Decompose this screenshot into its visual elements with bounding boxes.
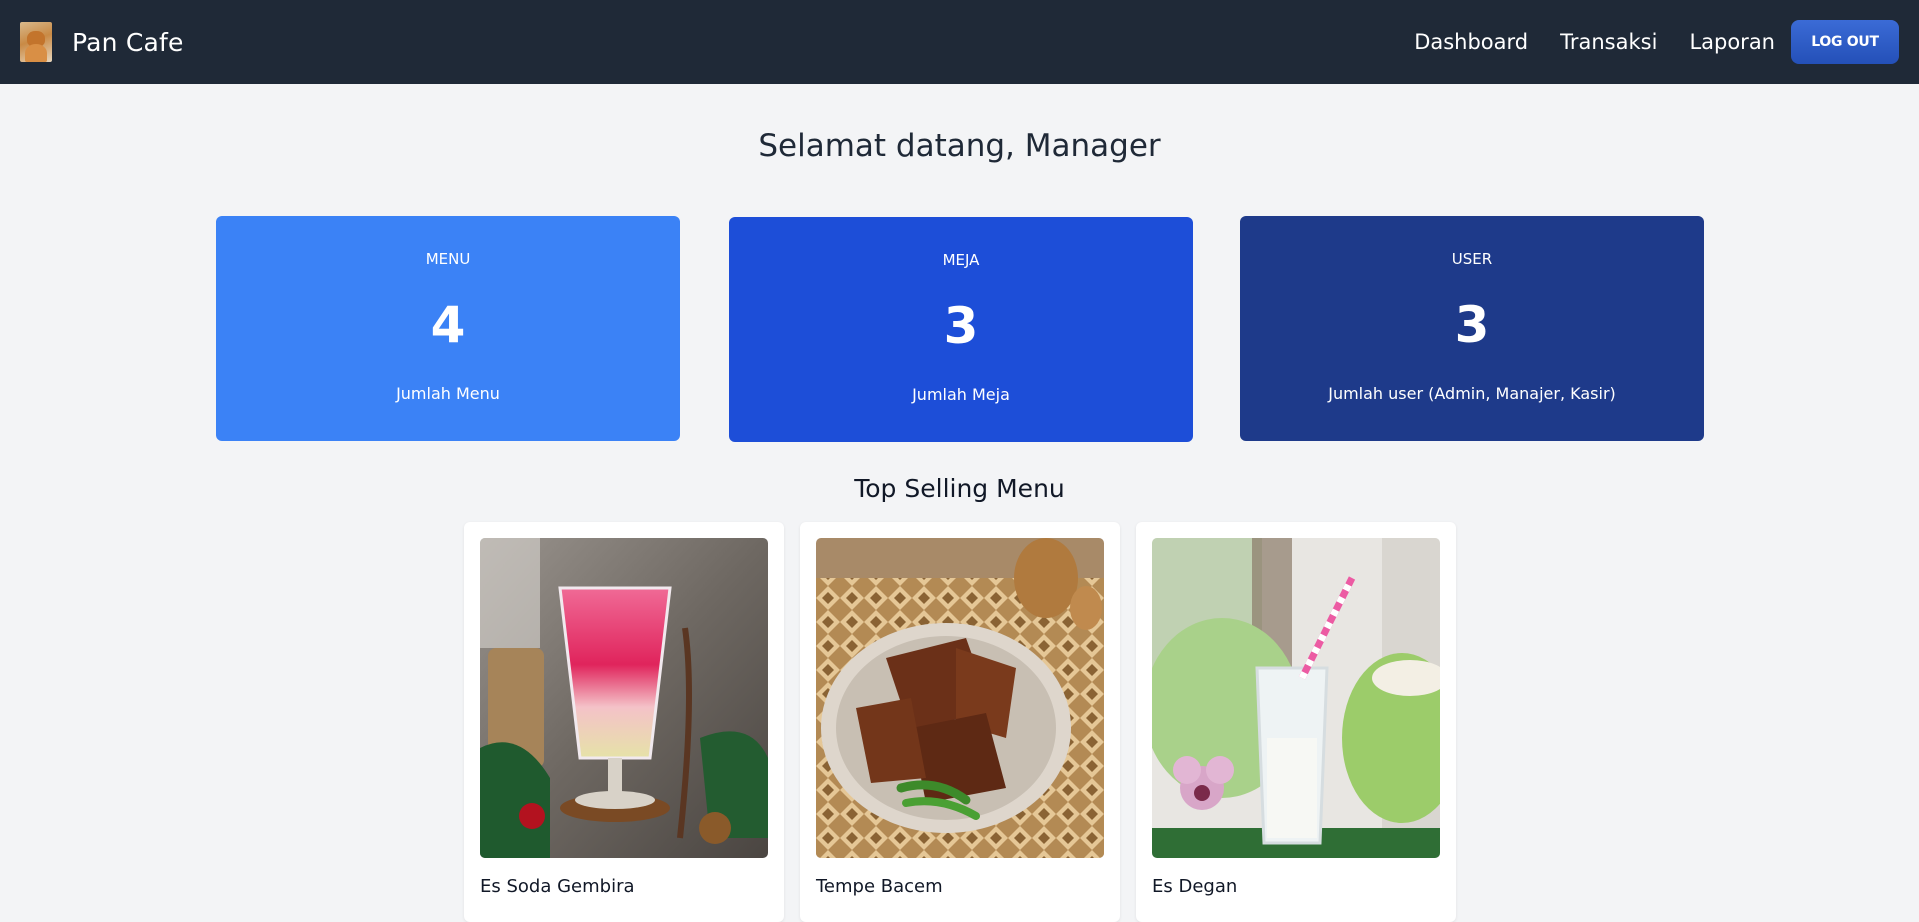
nav-menu: Dashboard Transaksi Laporan LOG OUT: [1382, 20, 1899, 64]
brand-name: Pan Cafe: [72, 27, 184, 57]
stat-description: Jumlah Menu: [396, 384, 500, 403]
menu-card-tempe-bacem[interactable]: Tempe Bacem: [800, 522, 1120, 922]
brand[interactable]: Pan Cafe: [20, 22, 184, 62]
stat-value: 4: [430, 296, 466, 354]
tempe-plate-photo-icon: [816, 538, 1104, 858]
stat-description: Jumlah Meja: [912, 385, 1010, 404]
stat-card-menu: MENU 4 Jumlah Menu: [216, 216, 680, 441]
welcome-heading: Selamat datang, Manager: [758, 128, 1161, 164]
stat-value: 3: [1454, 296, 1490, 354]
nav-link-transaksi[interactable]: Transaksi: [1560, 30, 1657, 54]
stat-card-user: USER 3 Jumlah user (Admin, Manajer, Kasi…: [1240, 216, 1704, 441]
menu-item-name: Es Soda Gembira: [480, 876, 635, 897]
top-navbar: Pan Cafe Dashboard Transaksi Laporan LOG…: [0, 0, 1919, 84]
stat-label: MENU: [425, 250, 471, 268]
soda-drink-photo-icon: [480, 538, 768, 858]
cat-logo-icon: [20, 22, 52, 62]
stat-description: Jumlah user (Admin, Manajer, Kasir): [1328, 384, 1616, 403]
nav-link-laporan[interactable]: Laporan: [1689, 30, 1775, 54]
menu-card-es-degan[interactable]: Es Degan: [1136, 522, 1456, 922]
top-selling-title: Top Selling Menu: [854, 474, 1065, 503]
menu-item-name: Es Degan: [1152, 876, 1238, 897]
stat-label: USER: [1451, 250, 1493, 268]
menu-card-es-soda-gembira[interactable]: Es Soda Gembira: [464, 522, 784, 922]
coconut-drink-photo-icon: [1152, 538, 1440, 858]
menu-item-name: Tempe Bacem: [816, 876, 943, 897]
logout-button[interactable]: LOG OUT: [1791, 20, 1899, 64]
stat-label: MEJA: [942, 251, 980, 269]
stat-card-meja: MEJA 3 Jumlah Meja: [729, 217, 1193, 442]
nav-link-dashboard[interactable]: Dashboard: [1414, 30, 1528, 54]
stat-value: 3: [943, 297, 979, 355]
